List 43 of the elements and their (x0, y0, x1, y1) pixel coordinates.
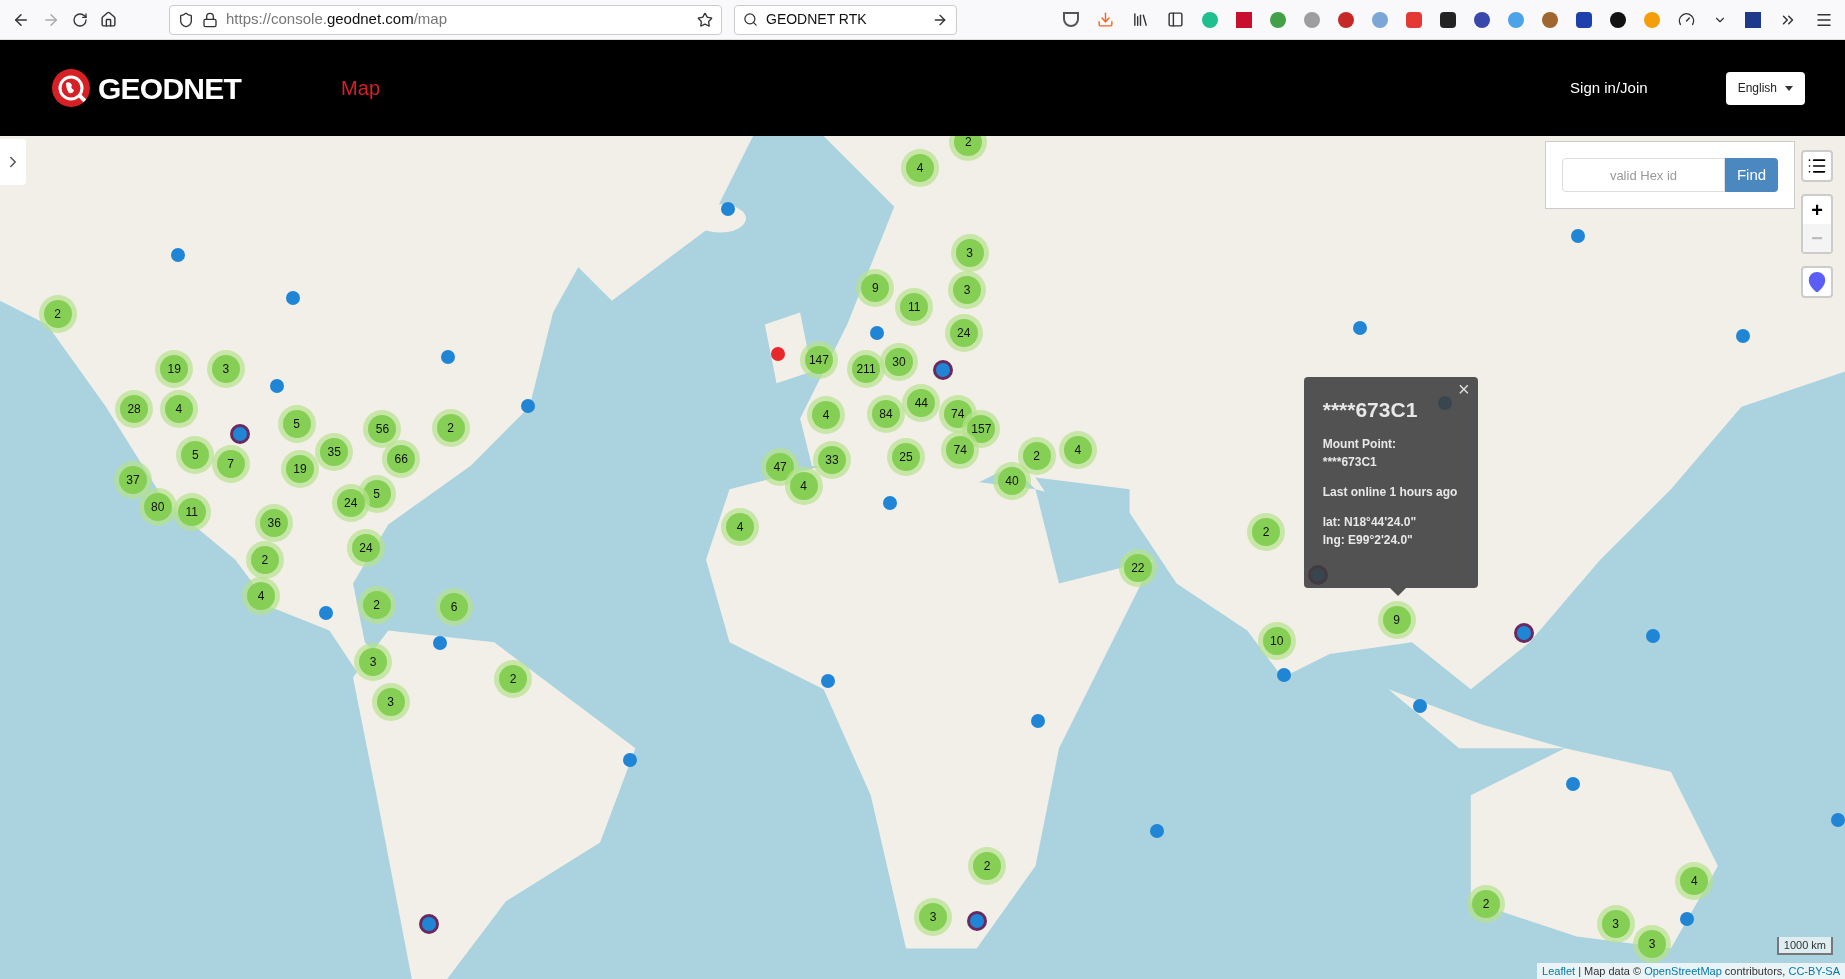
attribution-link[interactable]: Leaflet (1542, 964, 1576, 977)
hex-id-field[interactable]: valid Hex id (1562, 158, 1725, 192)
zoom-in-button[interactable]: + (1803, 196, 1831, 224)
library-icon[interactable] (1132, 11, 1149, 28)
search-icon (743, 12, 758, 27)
list-button[interactable] (1801, 150, 1833, 182)
reload-icon[interactable] (72, 11, 88, 28)
home-icon[interactable] (100, 11, 117, 28)
cluster-marker[interactable]: 2 (949, 136, 988, 161)
map-pin-icon (1806, 271, 1828, 293)
popup-text: lat: N18°44'24.0" (1322, 514, 1418, 531)
popup-text: Last online 1 hours ago (1322, 484, 1459, 501)
extension-icon[interactable] (1576, 11, 1592, 28)
logo-text: GEODNET (98, 70, 242, 107)
url-text: https://console.geodnet.com/map (226, 9, 447, 30)
sidebar-toggle[interactable] (0, 139, 26, 185)
sign-in-link[interactable]: Sign in/Join (1570, 76, 1648, 100)
attribution-link[interactable]: OpenStreetMap (1644, 964, 1722, 977)
scale-bar: 1000 km (1776, 936, 1833, 955)
attribution-link[interactable]: CC-BY-SA (1788, 964, 1840, 977)
caret-icon (1785, 85, 1793, 91)
language-dropdown[interactable]: English (1725, 71, 1805, 105)
popup-text: lng: E99°2'24.0" (1322, 532, 1414, 549)
url-field[interactable]: https://console.geodnet.com/map (169, 4, 722, 35)
extension-icon[interactable] (1440, 11, 1456, 28)
list-icon (1807, 156, 1827, 176)
search-text: GEODNET RTK (766, 10, 867, 29)
nav-link[interactable]: Map (341, 73, 380, 103)
sidebar-icon[interactable] (1167, 11, 1184, 28)
browser-search-field[interactable]: GEODNET RTK (734, 4, 957, 35)
logo-icon (52, 69, 90, 107)
popup-title: ****673C1 (1322, 399, 1419, 421)
download-icon[interactable] (1097, 11, 1114, 28)
star-icon[interactable] (697, 11, 713, 28)
gauge-icon[interactable] (1678, 11, 1695, 28)
locate-button[interactable] (1801, 266, 1833, 298)
popup-text: Mount Point: (1322, 436, 1398, 453)
find-button[interactable]: Find (1725, 158, 1778, 192)
lock-icon (202, 11, 218, 28)
extension-icon[interactable] (1745, 11, 1761, 28)
popup-text: ****673C1 (1322, 454, 1378, 471)
close-button[interactable]: × (1458, 379, 1470, 400)
pocket-icon[interactable] (1063, 12, 1079, 27)
